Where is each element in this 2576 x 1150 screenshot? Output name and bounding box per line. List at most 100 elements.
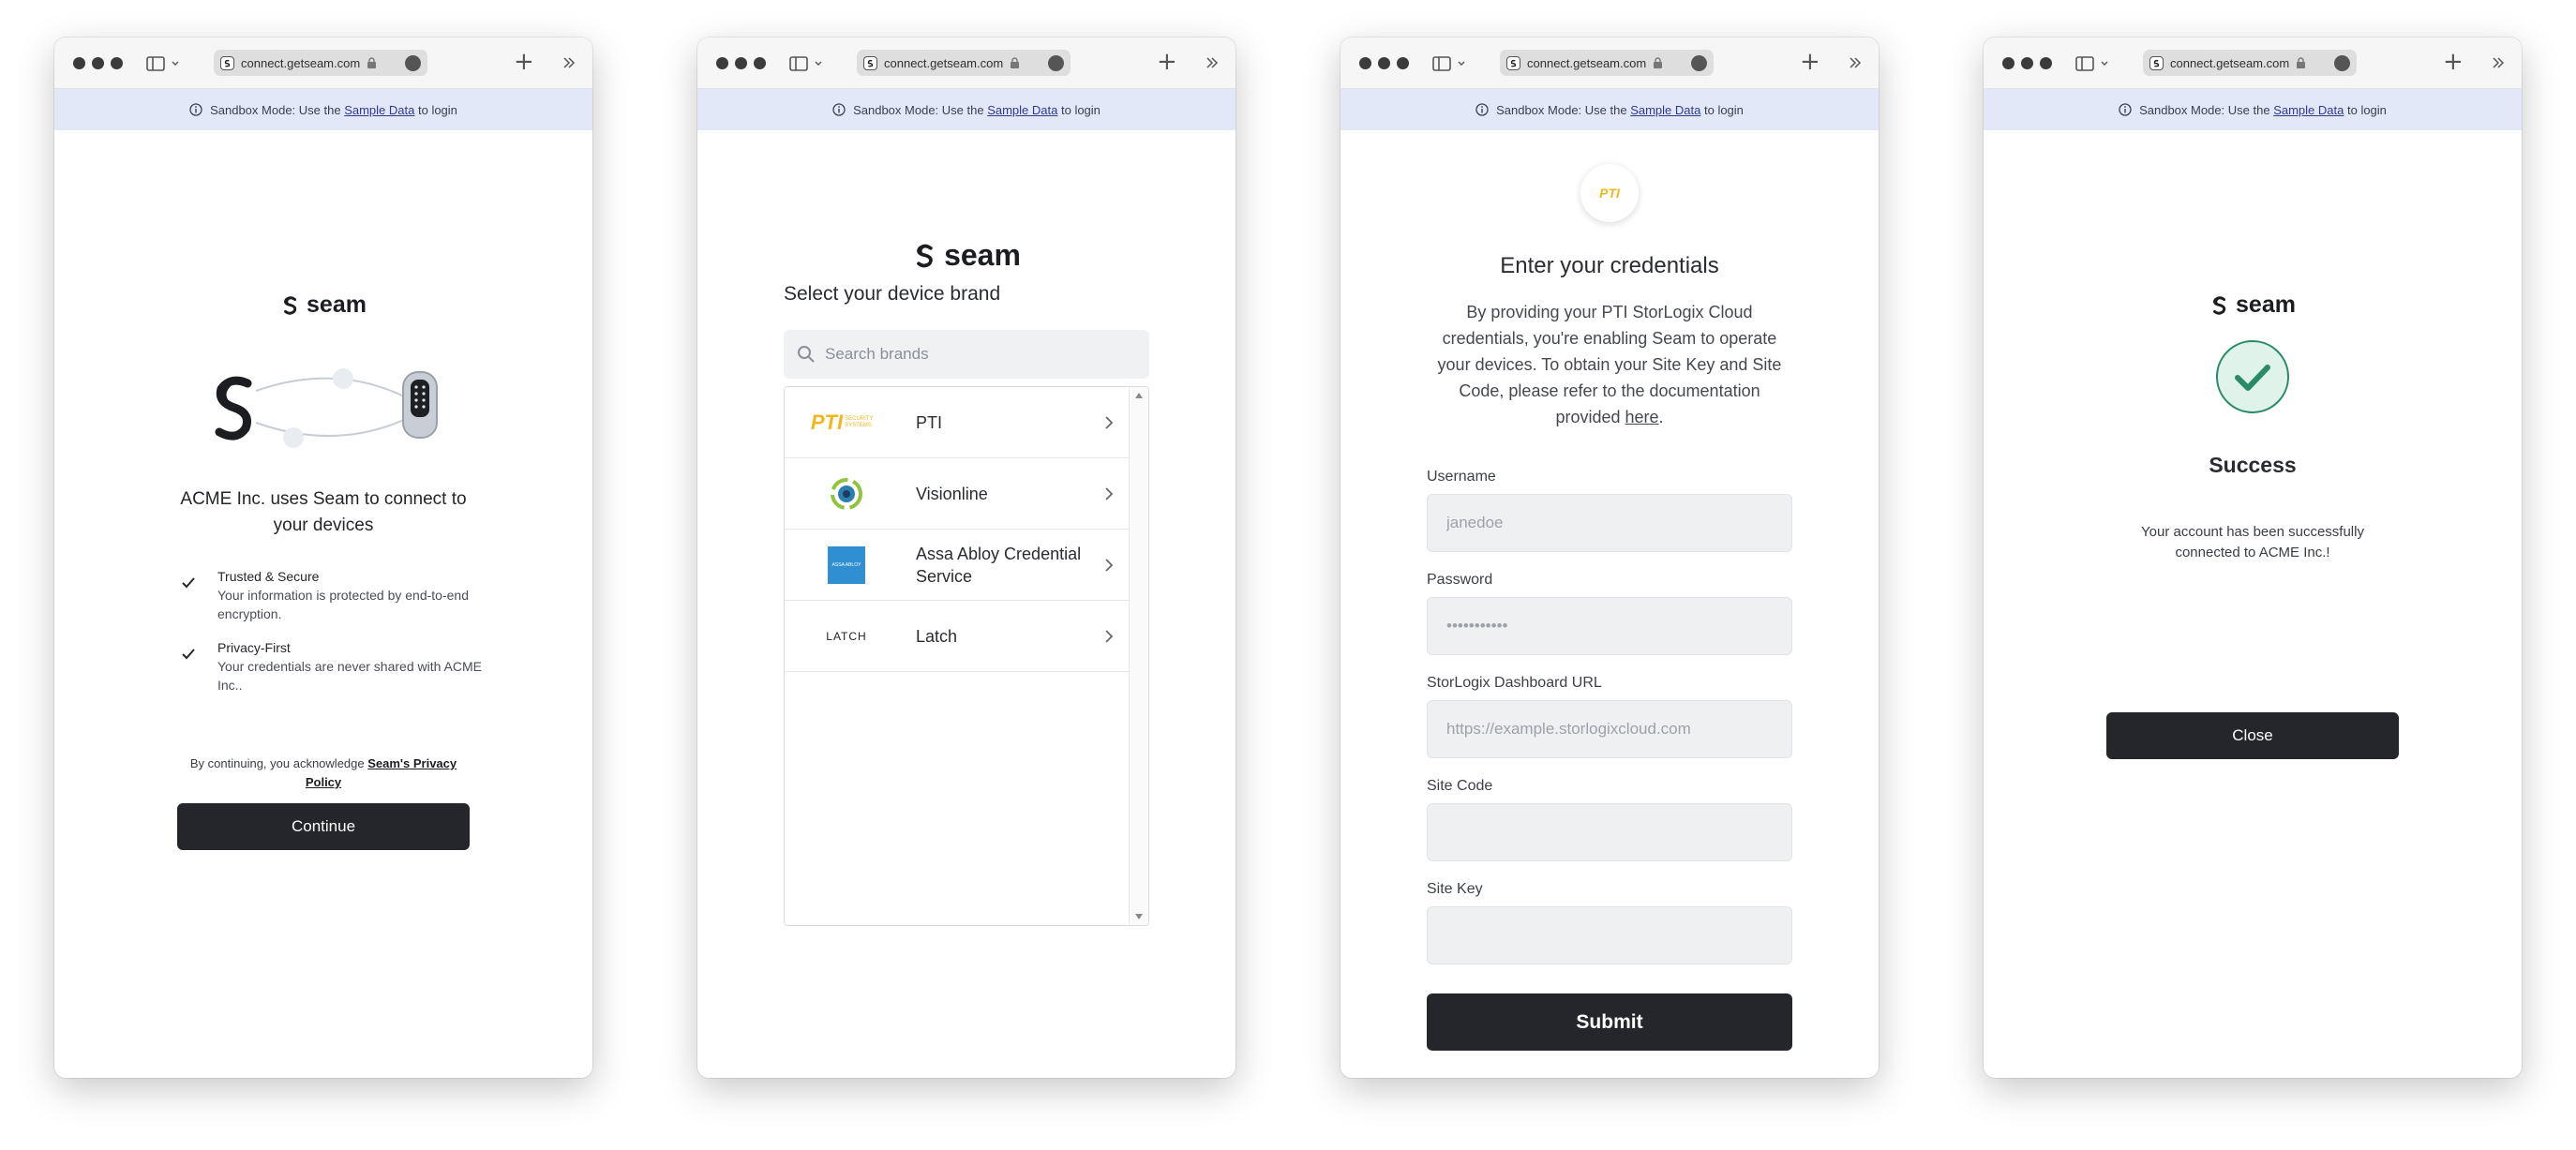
- brand-item-assa-abloy[interactable]: ASSA ABLOY Assa Abloy Credential Service: [785, 530, 1129, 601]
- submit-button[interactable]: Submit: [1427, 993, 1792, 1051]
- share-icon[interactable]: [405, 54, 421, 71]
- browser-window-credentials: connect.getseam.com + Sandbox Mode: Use …: [1340, 37, 1879, 1078]
- browser-tab[interactable]: connect.getseam.com: [1500, 50, 1714, 76]
- browser-window-welcome: connect.getseam.com + Sandbox Mode: Use …: [54, 37, 592, 1078]
- window-controls[interactable]: [73, 57, 123, 69]
- search-input[interactable]: [825, 345, 1125, 364]
- address-url[interactable]: connect.getseam.com: [1527, 56, 1646, 70]
- browser-tab[interactable]: connect.getseam.com: [2143, 50, 2357, 76]
- visionline-logo: [801, 475, 891, 513]
- page-title: Select your device brand: [784, 283, 1001, 305]
- window-controls[interactable]: [2002, 57, 2052, 69]
- seam-favicon-icon: [220, 55, 234, 70]
- share-icon[interactable]: [1048, 54, 1064, 71]
- privacy-disclaimer: By continuing, you acknowledge Seam's Pr…: [186, 754, 461, 792]
- info-icon: [832, 103, 846, 116]
- feature-desc: Your credentials are never shared with A…: [217, 659, 482, 693]
- success-heading: Success: [2209, 453, 2297, 477]
- success-message: Your account has been successfully conne…: [2141, 524, 2364, 560]
- site-key-field[interactable]: [1427, 906, 1792, 964]
- check-icon: [182, 649, 195, 660]
- new-tab-icon[interactable]: +: [2443, 49, 2464, 75]
- credentials-description: By providing your PTI StorLogix Cloud cr…: [1427, 299, 1792, 430]
- success-check-icon: [2216, 340, 2289, 413]
- site-code-label: Site Code: [1427, 778, 1493, 794]
- disclaimer-text: By continuing, you acknowledge: [189, 756, 365, 770]
- sidebar-icon[interactable]: [1432, 55, 1468, 72]
- brand-item-pti[interactable]: PTI SECURITY SYSTEMS PTI: [785, 387, 1129, 458]
- info-icon: [1475, 103, 1489, 116]
- new-tab-icon[interactable]: +: [514, 49, 534, 75]
- chevron-right-icon: [1105, 487, 1114, 500]
- scrollbar[interactable]: [1129, 387, 1148, 925]
- connection-illustration: [215, 368, 438, 448]
- seam-logo-text: seam: [944, 238, 1021, 272]
- sample-data-link[interactable]: Sample Data: [1630, 103, 1700, 117]
- brand-item-latch[interactable]: LATCH Latch: [785, 601, 1129, 672]
- banner-prefix: Sandbox Mode: Use the: [1496, 102, 1627, 117]
- browser-window-success: connect.getseam.com + Sandbox Mode: Use …: [1984, 37, 2522, 1078]
- feature-title: Trusted & Secure: [217, 569, 320, 584]
- banner-prefix: Sandbox Mode: Use the: [210, 102, 341, 117]
- seam-logo-text: seam: [307, 291, 367, 318]
- share-icon[interactable]: [1691, 54, 1707, 71]
- banner-suffix: to login: [2346, 102, 2387, 117]
- banner-suffix: to login: [1703, 102, 1744, 117]
- brand-item-visionline[interactable]: Visionline: [785, 458, 1129, 530]
- username-field[interactable]: [1427, 494, 1792, 552]
- continue-button[interactable]: Continue: [177, 803, 470, 850]
- seam-logo-icon: [917, 244, 933, 267]
- lock-icon: [1011, 57, 1020, 68]
- sample-data-link[interactable]: Sample Data: [344, 103, 414, 117]
- address-url[interactable]: connect.getseam.com: [884, 56, 1003, 70]
- feature-privacy: Privacy-First Your credentials are never…: [217, 638, 489, 694]
- window-controls[interactable]: [1359, 57, 1409, 69]
- browser-tab[interactable]: connect.getseam.com: [214, 50, 427, 76]
- address-url[interactable]: connect.getseam.com: [2170, 56, 2289, 70]
- brand-list[interactable]: PTI SECURITY SYSTEMS PTI Visionline ASSA…: [784, 386, 1149, 926]
- scroll-down-icon[interactable]: [1135, 914, 1143, 919]
- latch-logo: LATCH: [826, 629, 867, 643]
- seam-logo: seam: [697, 238, 1236, 273]
- seam-logo-icon: [284, 295, 297, 315]
- scroll-up-icon[interactable]: [1135, 393, 1143, 398]
- browser-toolbar: connect.getseam.com +: [697, 37, 1236, 89]
- search-icon: [798, 346, 815, 363]
- chevron-double-right-icon[interactable]: [1849, 56, 1862, 69]
- sidebar-icon[interactable]: [789, 55, 825, 72]
- address-url[interactable]: connect.getseam.com: [241, 56, 360, 70]
- dashboard-url-field[interactable]: [1427, 700, 1792, 758]
- sample-data-link[interactable]: Sample Data: [2273, 103, 2344, 117]
- window-controls[interactable]: [716, 57, 766, 69]
- sample-data-link[interactable]: Sample Data: [987, 103, 1057, 117]
- lock-icon: [367, 57, 377, 68]
- dashboard-url-label: StorLogix Dashboard URL: [1427, 675, 1602, 691]
- pti-badge-text: PTI: [1599, 186, 1620, 201]
- chevron-double-right-icon[interactable]: [562, 56, 576, 69]
- close-button[interactable]: Close: [2106, 712, 2399, 759]
- success-screen: seam Success Your account has been succe…: [1984, 130, 2522, 1078]
- seam-logo: seam: [54, 291, 592, 319]
- feature-title: Privacy-First: [217, 640, 291, 655]
- browser-tab[interactable]: connect.getseam.com: [857, 50, 1071, 76]
- share-icon[interactable]: [2334, 54, 2350, 71]
- documentation-link[interactable]: here: [1625, 408, 1659, 426]
- browser-toolbar: connect.getseam.com +: [54, 37, 592, 89]
- new-tab-icon[interactable]: +: [1157, 49, 1177, 75]
- banner-suffix: to login: [1060, 102, 1101, 117]
- sidebar-icon[interactable]: [146, 55, 182, 72]
- sidebar-icon[interactable]: [2075, 55, 2111, 72]
- credentials-screen: PTI Enter your credentials By providing …: [1340, 130, 1879, 1078]
- new-tab-icon[interactable]: +: [1800, 49, 1820, 75]
- site-code-field[interactable]: [1427, 803, 1792, 861]
- password-field[interactable]: [1427, 597, 1792, 655]
- assa-abloy-logo: ASSA ABLOY: [801, 545, 891, 584]
- page-title: Enter your credentials: [1500, 253, 1719, 278]
- seam-logo-text: seam: [2236, 291, 2296, 318]
- welcome-heading: ACME Inc. uses Seam to connect to your d…: [180, 489, 467, 535]
- brand-name: Visionline: [916, 484, 988, 503]
- chevron-double-right-icon[interactable]: [1206, 56, 1219, 69]
- pti-logo: PTI SECURITY SYSTEMS: [810, 410, 874, 434]
- chevron-double-right-icon[interactable]: [2492, 56, 2505, 69]
- brand-name: Assa Abloy Credential Service: [916, 544, 1082, 586]
